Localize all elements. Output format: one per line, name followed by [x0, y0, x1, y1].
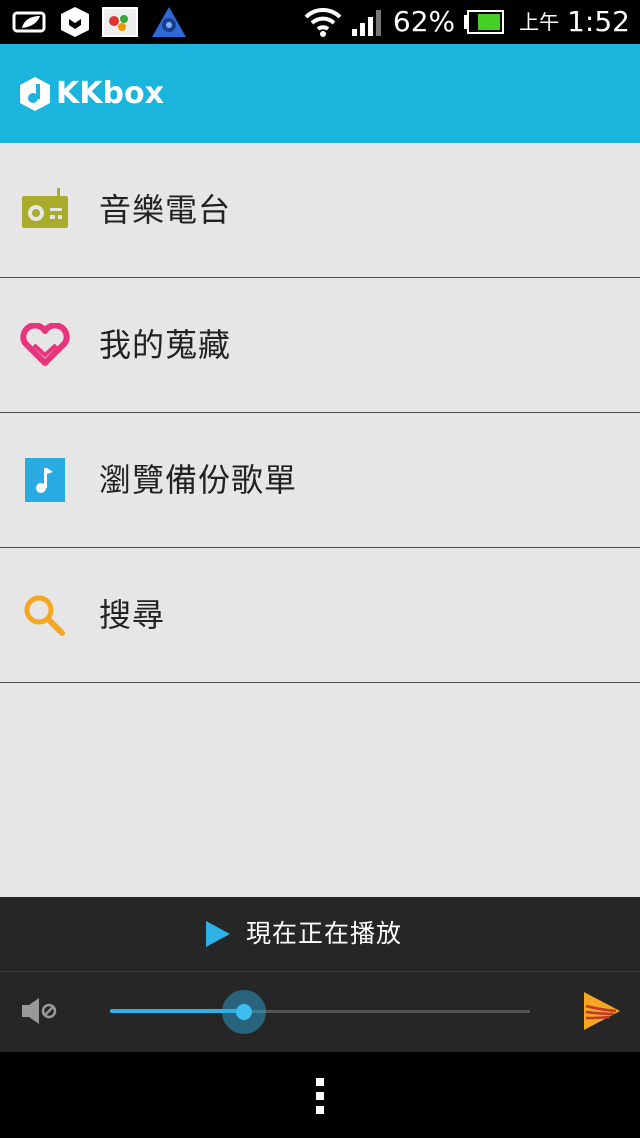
menu-item-label: 音樂電台	[99, 191, 232, 229]
volume-slider[interactable]	[110, 990, 530, 1034]
play-icon	[206, 921, 230, 947]
now-playing-label: 現在正在播放	[246, 919, 403, 948]
signal-icon	[351, 10, 381, 36]
kkbox-notification-icon	[12, 11, 46, 33]
menu-item-my-collection[interactable]: 我的蒐藏	[0, 278, 640, 413]
app-bar: KKbox	[0, 44, 640, 143]
now-playing-button[interactable]: 現在正在播放	[204, 915, 402, 953]
overflow-menu-icon[interactable]	[314, 1076, 326, 1116]
mute-icon[interactable]	[20, 994, 60, 1028]
logo-text: KKbox	[56, 76, 164, 111]
menu-item-backup-playlists[interactable]: 瀏覽備份歌單	[0, 413, 640, 548]
menu-item-label: 瀏覽備份歌單	[99, 461, 298, 499]
menu-item-label: 搜尋	[99, 596, 166, 634]
menu-item-label: 我的蒐藏	[99, 326, 232, 364]
radio-icon	[22, 188, 68, 228]
search-icon	[24, 595, 65, 636]
now-playing-bar[interactable]: 現在正在播放	[0, 897, 640, 972]
wifi-icon	[304, 7, 342, 37]
am-pm-label: 上午	[519, 10, 560, 34]
menu-item-search[interactable]: 搜尋	[0, 548, 640, 683]
heart-icon	[20, 323, 70, 366]
main-menu: 音樂電台 我的蒐藏 瀏覽備份歌單 搜尋	[0, 143, 640, 683]
menu-item-radio[interactable]: 音樂電台	[0, 143, 640, 278]
battery-percent: 62%	[392, 5, 456, 38]
kkbox-logo[interactable]: KKbox	[18, 76, 164, 112]
volume-knob[interactable]	[236, 1004, 252, 1020]
sound-effect-icon[interactable]	[580, 990, 622, 1032]
clock-time: 1:52	[567, 5, 630, 38]
triangle-app-icon	[152, 7, 186, 37]
music-note-icon	[25, 458, 65, 502]
battery-icon	[464, 10, 505, 34]
photo-app-icon	[102, 7, 138, 37]
kkbox-logo-icon	[20, 77, 50, 111]
notification-icons	[12, 6, 188, 38]
hexagon-app-icon	[61, 7, 89, 37]
status-bar: 62% 上午 1:52	[0, 0, 640, 44]
system-status: 62% 上午 1:52	[303, 4, 630, 40]
navigation-bar	[0, 1052, 640, 1138]
